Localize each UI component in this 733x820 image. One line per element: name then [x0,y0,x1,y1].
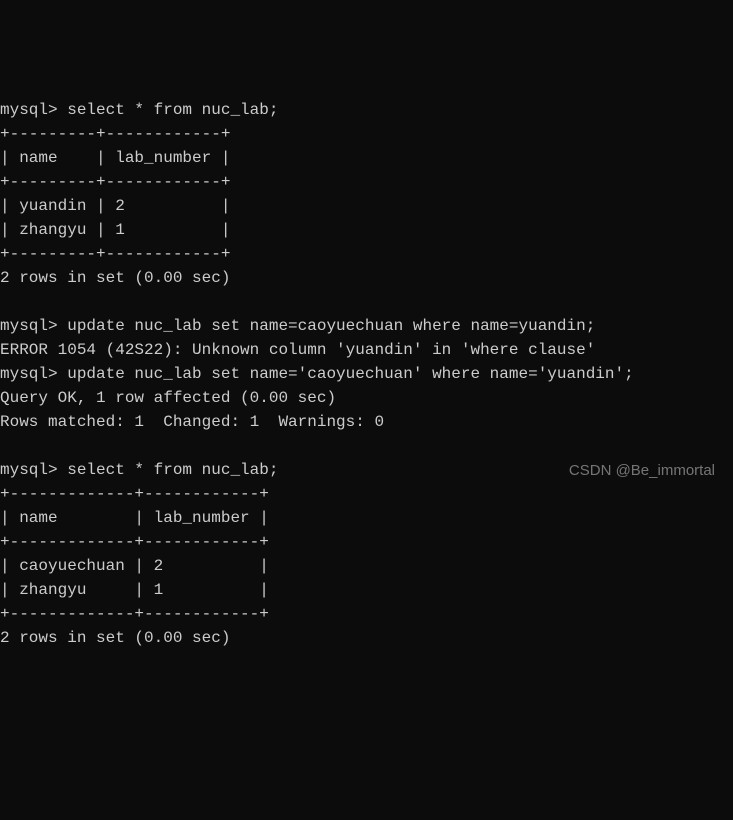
table-border: +-------------+------------+ [0,485,269,503]
table-row: | zhangyu | 1 | [0,581,269,599]
table-border: +-------------+------------+ [0,605,269,623]
table-border: +---------+------------+ [0,173,230,191]
result-summary: 2 rows in set (0.00 sec) [0,269,230,287]
table-header: | name | lab_number | [0,509,269,527]
table-border: +-------------+------------+ [0,533,269,551]
mysql-prompt-line: mysql> select * from nuc_lab; [0,101,278,119]
table-row: | yuandin | 2 | [0,197,230,215]
error-line: ERROR 1054 (42S22): Unknown column 'yuan… [0,341,595,359]
terminal-output[interactable]: mysql> select * from nuc_lab; +---------… [0,96,733,652]
table-row: | zhangyu | 1 | [0,221,230,239]
table-row: | caoyuechuan | 2 | [0,557,269,575]
table-border: +---------+------------+ [0,245,230,263]
query-ok-line: Query OK, 1 row affected (0.00 sec) [0,389,336,407]
table-header: | name | lab_number | [0,149,230,167]
mysql-prompt-line: mysql> update nuc_lab set name=caoyuechu… [0,317,595,335]
mysql-prompt-line: mysql> select * from nuc_lab; [0,461,278,479]
mysql-prompt-line: mysql> update nuc_lab set name='caoyuech… [0,365,634,383]
result-summary: 2 rows in set (0.00 sec) [0,629,230,647]
rows-matched-line: Rows matched: 1 Changed: 1 Warnings: 0 [0,413,384,431]
watermark-text: CSDN @Be_immortal [569,460,715,483]
table-border: +---------+------------+ [0,125,230,143]
